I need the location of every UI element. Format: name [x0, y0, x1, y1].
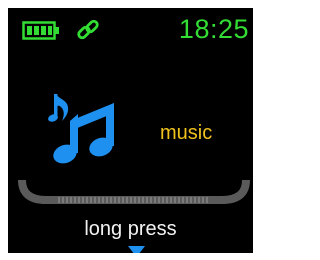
- progress-tick: [182, 197, 184, 203]
- progress-tick: [70, 197, 72, 203]
- progress-tick: [86, 197, 88, 203]
- triangle-down-icon[interactable]: [128, 246, 145, 253]
- progress-tick: [58, 197, 60, 203]
- progress-tick: [142, 197, 144, 203]
- clock-time: 18:25: [178, 14, 249, 44]
- long-press-hint: long press: [84, 218, 177, 240]
- progress-tick: [154, 197, 156, 203]
- progress-tick: [114, 197, 116, 203]
- music-note-icon[interactable]: [48, 91, 123, 169]
- progress-tick: [78, 197, 80, 203]
- progress-tick: [94, 197, 96, 203]
- progress-tick: [166, 197, 168, 203]
- watch-screen: 18:25 music long press: [8, 8, 253, 253]
- progress-tick: [198, 197, 200, 203]
- progress-tick: [110, 197, 112, 203]
- progress-tick: [146, 197, 148, 203]
- progress-track: [18, 179, 250, 204]
- progress-tick: [158, 197, 160, 203]
- progress-tick: [102, 197, 104, 203]
- progress-tick: [82, 197, 84, 203]
- progress-tick: [194, 197, 196, 203]
- link-icon: [77, 19, 99, 40]
- progress-tick: [126, 197, 128, 203]
- progress-tick: [130, 197, 132, 203]
- progress-tick: [66, 197, 68, 203]
- progress-tick: [170, 197, 172, 203]
- progress-tick: [138, 197, 140, 203]
- progress-tick: [122, 197, 124, 203]
- progress-tick: [162, 197, 164, 203]
- progress-tick: [186, 197, 188, 203]
- progress-tick: [190, 197, 192, 203]
- battery-full-icon: [22, 21, 59, 40]
- progress-tick: [178, 197, 180, 203]
- progress-tick: [202, 197, 204, 203]
- progress-tick: [118, 197, 120, 203]
- progress-tick: [62, 197, 64, 203]
- progress-tick: [90, 197, 92, 203]
- progress-tick: [106, 197, 108, 203]
- app-label: music: [160, 122, 213, 144]
- progress-tick: [174, 197, 176, 203]
- progress-tick: [134, 197, 136, 203]
- progress-tick: [74, 197, 76, 203]
- progress-tick: [98, 197, 100, 203]
- progress-tick: [150, 197, 152, 203]
- progress-tick: [206, 197, 208, 203]
- status-bar: 18:25: [8, 8, 253, 48]
